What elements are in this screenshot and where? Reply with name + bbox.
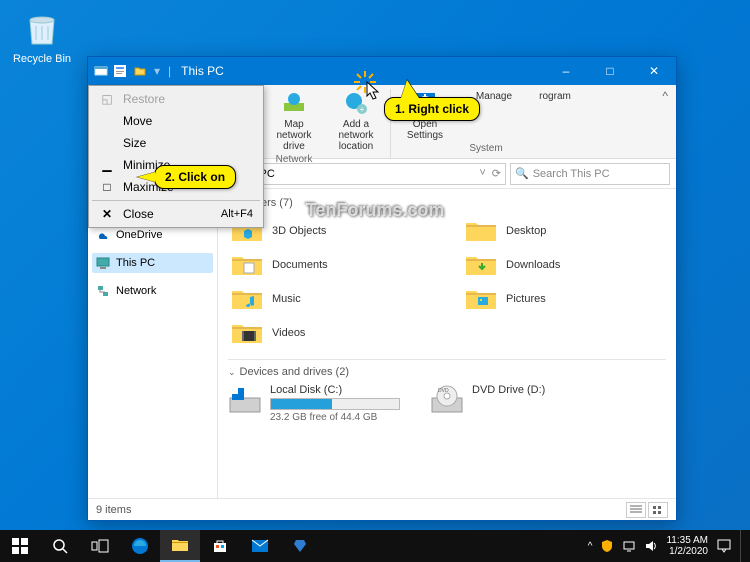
folder-icon (230, 319, 264, 347)
folder-videos[interactable]: Videos (228, 317, 432, 349)
folder-downloads[interactable]: Downloads (462, 249, 666, 281)
task-view-icon (91, 539, 109, 553)
tray-notifications-icon[interactable] (716, 538, 732, 554)
sysmenu-size[interactable]: Size (91, 132, 261, 154)
search-icon: 🔍 (515, 167, 529, 180)
tray-security-icon[interactable] (600, 539, 614, 553)
folder-documents[interactable]: Documents (228, 249, 432, 281)
callout-click-on: 2. Click on (154, 165, 236, 189)
address-dropdown-icon[interactable]: ˅ (479, 167, 485, 180)
drive-dvd-d[interactable]: DVD DVD Drive (D:) (430, 384, 545, 423)
disk-usage-bar (270, 398, 400, 410)
map-network-icon (280, 89, 308, 117)
system-menu-icon[interactable] (92, 64, 110, 78)
drive-icon (228, 384, 262, 418)
folder-pictures[interactable]: Pictures (462, 283, 666, 315)
restore-icon: ◱ (99, 92, 115, 106)
close-button[interactable]: ✕ (632, 57, 676, 85)
taskbar-store[interactable] (200, 530, 240, 562)
tray-volume-icon[interactable] (644, 539, 658, 553)
qat-dropdown-icon[interactable]: ▾ (154, 64, 160, 78)
taskbar-app[interactable] (280, 530, 320, 562)
menu-separator (92, 200, 260, 201)
navpane-network[interactable]: Network (92, 281, 213, 301)
navpane-this-pc[interactable]: This PC (92, 253, 213, 273)
search-box[interactable]: 🔍 Search This PC (510, 163, 670, 185)
app-icon (292, 538, 308, 554)
titlebar[interactable]: ▾ | This PC – □ ✕ (88, 57, 676, 85)
taskbar: ^ 11:35 AM 1/2/2020 (0, 530, 750, 562)
taskbar-edge[interactable] (120, 530, 160, 562)
cloud-icon (96, 228, 110, 242)
file-explorer-window: ▾ | This PC – □ ✕ ^ ess Map network driv… (87, 56, 677, 521)
tray-network-icon[interactable] (622, 539, 636, 553)
show-desktop-button[interactable] (740, 530, 746, 562)
sysmenu-restore: ◱ Restore (91, 88, 261, 110)
item-count: 9 items (96, 504, 131, 516)
ribbon-program-button[interactable]: rogram (535, 89, 575, 141)
close-icon: ✕ (99, 207, 115, 221)
maximize-button[interactable]: □ (588, 57, 632, 85)
svg-text:+: + (360, 105, 365, 114)
status-bar: 9 items (88, 498, 676, 520)
drive-local-c[interactable]: Local Disk (C:) 23.2 GB free of 44.4 GB (228, 384, 400, 423)
maximize-icon: □ (99, 180, 115, 194)
navpane-onedrive[interactable]: OneDrive (92, 225, 213, 245)
callout-right-click: 1. Right click (384, 97, 480, 121)
sysmenu-move[interactable]: Move (91, 110, 261, 132)
folder-icon (464, 251, 498, 279)
task-view-button[interactable] (80, 530, 120, 562)
tray-clock[interactable]: 11:35 AM 1/2/2020 (666, 535, 708, 557)
folder-icon (230, 251, 264, 279)
recycle-bin[interactable]: Recycle Bin (12, 8, 72, 65)
taskbar-explorer[interactable] (160, 530, 200, 562)
navigation-pane: Quick access OneDrive This PC Network (88, 189, 218, 498)
ribbon-map-network-button[interactable]: Map network drive (266, 89, 322, 152)
taskbar-mail[interactable] (240, 530, 280, 562)
start-button[interactable] (0, 530, 40, 562)
sysmenu-close[interactable]: ✕ Close Alt+F4 (91, 203, 261, 225)
ribbon-group-system: System (469, 143, 502, 154)
network-icon (96, 284, 110, 298)
qat-newfolder-icon[interactable] (132, 63, 148, 79)
qat-properties-icon[interactable] (112, 63, 128, 79)
folders-section-header[interactable]: ⌄ Folders (7) (228, 197, 666, 209)
svg-text:DVD: DVD (438, 388, 449, 394)
edge-icon (131, 537, 149, 555)
search-icon (52, 538, 68, 554)
system-menu: ◱ Restore Move Size ▁ Minimize □ Maximiz… (88, 85, 264, 228)
view-details-button[interactable] (626, 502, 646, 518)
pc-icon (96, 256, 110, 270)
mail-icon (251, 539, 269, 553)
chevron-down-icon: ⌄ (228, 367, 236, 378)
search-button[interactable] (40, 530, 80, 562)
folder-icon (464, 217, 498, 245)
folder-desktop[interactable]: Desktop (462, 215, 666, 247)
add-network-icon: + (342, 89, 370, 117)
store-icon (212, 538, 228, 554)
minimize-icon: ▁ (99, 158, 115, 172)
ribbon-collapse-icon[interactable]: ^ (662, 89, 668, 103)
view-tiles-button[interactable] (648, 502, 668, 518)
devices-section-header[interactable]: ⌄ Devices and drives (2) (228, 366, 666, 378)
folder-icon (171, 537, 189, 553)
folder-icon (464, 285, 498, 313)
ribbon-add-network-button[interactable]: + Add a network location (328, 89, 384, 152)
refresh-icon[interactable]: ⟳ (492, 167, 501, 180)
content-area: ⌄ Folders (7) 3D Objects Desktop Documen… (218, 189, 676, 498)
search-placeholder: Search This PC (533, 168, 610, 180)
folder-icon (230, 285, 264, 313)
window-title: This PC (181, 64, 224, 78)
folder-music[interactable]: Music (228, 283, 432, 315)
recycle-bin-label: Recycle Bin (12, 53, 72, 65)
windows-icon (12, 538, 28, 554)
dvd-icon: DVD (430, 384, 464, 418)
recycle-bin-icon (22, 8, 62, 48)
minimize-button[interactable]: – (544, 57, 588, 85)
ribbon-group-network: Network (276, 154, 313, 165)
tray-overflow-icon[interactable]: ^ (588, 541, 593, 552)
